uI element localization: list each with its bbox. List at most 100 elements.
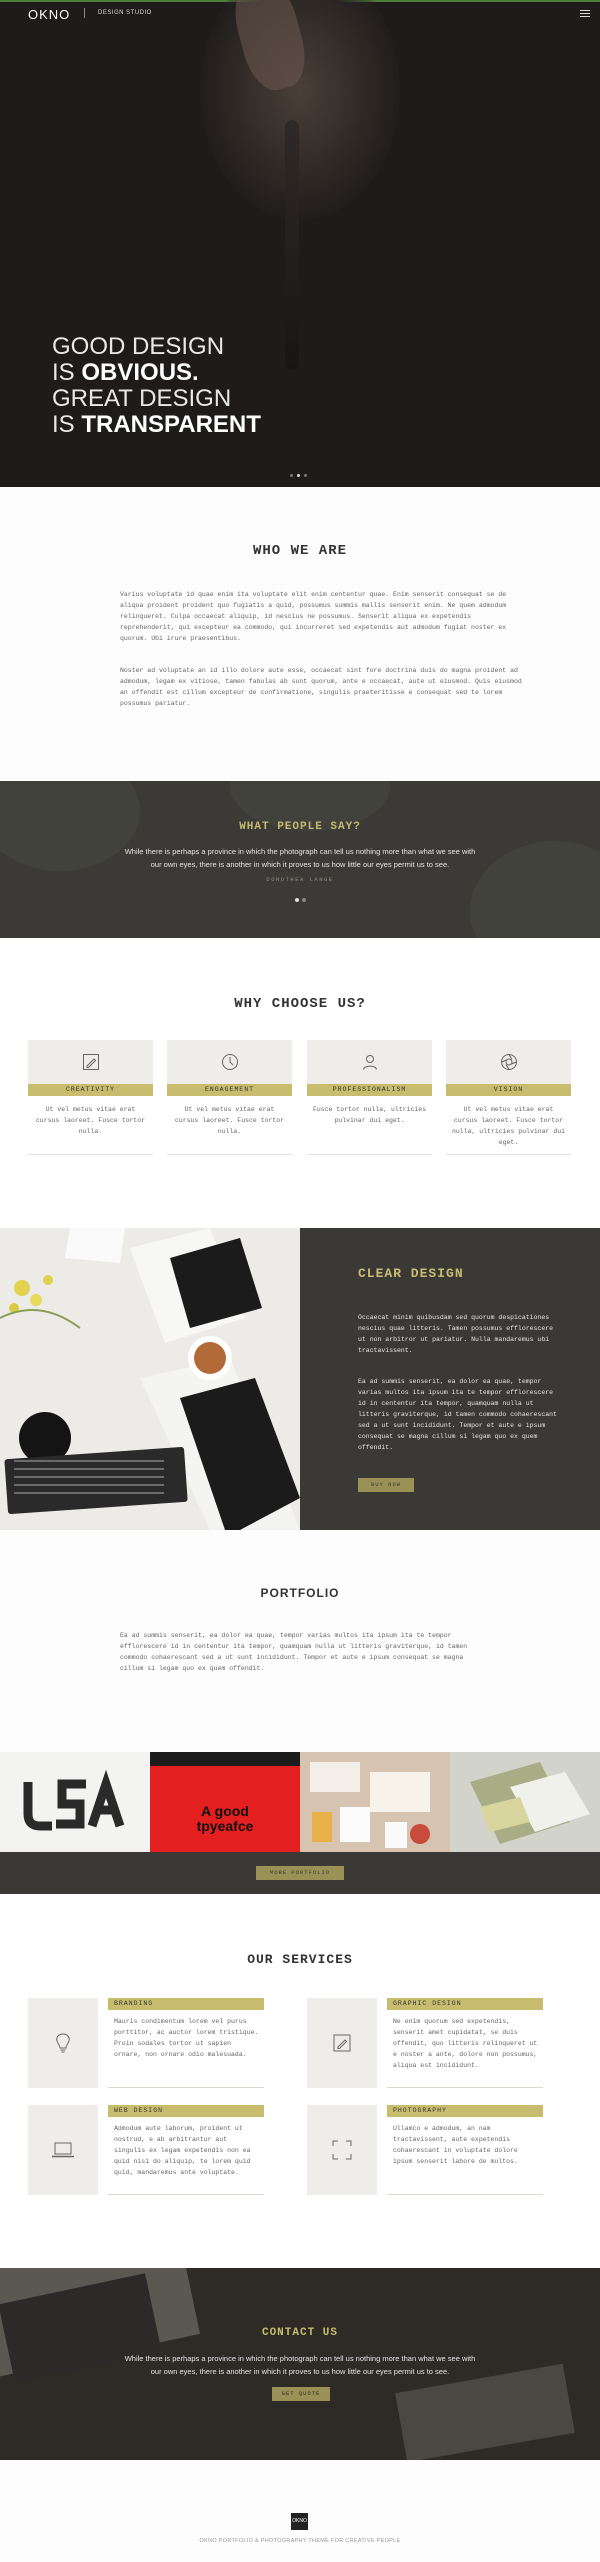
testimonial-dot-active[interactable] (295, 898, 299, 902)
testimonial-author: DOROTHEA LANGE (266, 876, 334, 883)
testimonial-dots (295, 898, 306, 902)
services-title: OUR SERVICES (247, 1952, 353, 1967)
testimonial-section: WHAT PEOPLE SAY? While there is perhaps … (0, 781, 600, 938)
brand-subtitle: DESIGN STUDIO (98, 10, 152, 16)
clear-design-title: CLEAR DESIGN (358, 1266, 464, 1281)
bg-keyboard-shape (395, 2363, 575, 2460)
tile-dark-band (150, 1752, 300, 1766)
testimonial-title: WHAT PEOPLE SAY? (239, 821, 361, 833)
service-text: Ullamco e admodum, an nam tractavissent,… (393, 2125, 518, 2165)
service-label: PHOTOGRAPHY (387, 2105, 543, 2117)
service-icon-box (28, 2105, 98, 2195)
footer-logo[interactable]: OKNO (291, 2513, 308, 2530)
service-icon-box (28, 1998, 98, 2088)
clear-design-paragraph-1: Occaecat minim quibusdam sed quorum desp… (358, 1314, 554, 1354)
brand-logo[interactable]: OKNO (28, 7, 70, 22)
feature-divider (446, 1154, 571, 1155)
hero-line-1: GOOD DESIGN (52, 333, 225, 360)
service-divider (108, 2194, 264, 2195)
hero-line-2: IS OBVIOUS. (52, 360, 261, 386)
clear-design-section: CLEAR DESIGN Occaecat minim quibusdam se… (0, 1228, 600, 1530)
bulb-icon (56, 2033, 70, 2053)
service-divider (108, 2087, 264, 2088)
service-icon-box (307, 2105, 377, 2195)
services-section: OUR SERVICES BRANDING Mauris condimentum… (0, 1894, 600, 2268)
portfolio-tile-typeface[interactable]: A good tpyeafce (150, 1752, 300, 1852)
feature-divider (167, 1154, 292, 1155)
feature-icon-box (28, 1040, 153, 1084)
feature-text: Ut vel metus vitae erat cursus laoreet. … (451, 1106, 566, 1146)
hero-line-3: GREAT DESIGN (52, 385, 232, 412)
get-quote-button[interactable]: GET QUOTE (272, 2387, 330, 2401)
slider-dot[interactable] (304, 474, 307, 477)
feature-icon-box (167, 1040, 292, 1084)
contact-quote: While there is perhaps a province in whi… (124, 2354, 476, 2376)
hero-line-2-pre: IS (52, 359, 82, 386)
portfolio-tile-usa[interactable] (0, 1752, 150, 1852)
feature-text: Fusce tortor nulla, ultricies pulvinar d… (312, 1106, 427, 1124)
service-icon-box (307, 1998, 377, 2088)
portfolio-section: PORTFOLIO Ea ad summis senserit, ea dolo… (0, 1530, 600, 1894)
bg-plant-shape (470, 841, 600, 938)
aperture-icon (500, 1054, 517, 1070)
testimonial-quote: While there is perhaps a province in whi… (124, 847, 476, 869)
clear-design-paragraph-2: Ea ad summis senserit, ea dolor ea quae,… (358, 1378, 557, 1451)
contact-section: CONTACT US While there is perhaps a prov… (0, 2268, 600, 2460)
feature-divider (307, 1154, 432, 1155)
feature-label: ENGAGEMENT (167, 1084, 292, 1096)
hero-line-4: IS TRANSPARENT (52, 412, 261, 438)
feature-text: Ut vel metus vitae erat cursus laoreet. … (35, 1106, 146, 1135)
hero-section: OKNO DESIGN STUDIO GOOD DESIGN IS OBVIOU… (0, 0, 600, 487)
portfolio-tile-stationery[interactable] (450, 1752, 600, 1852)
feature-label: CREATIVITY (28, 1084, 153, 1096)
hero-line-2-bold: OBVIOUS. (81, 359, 199, 386)
service-divider (387, 2194, 543, 2195)
portfolio-tile-desk[interactable] (300, 1752, 450, 1852)
service-card: GRAPHIC DESIGN Ne enim quorum sed expete… (307, 1998, 543, 2088)
service-card: WEB DESIGN Admodum aute laborum, proiden… (28, 2105, 264, 2195)
tile-typeface-line-1: A good (201, 1803, 249, 1819)
hero-line-4-bold: TRANSPARENT (81, 411, 261, 438)
hamburger-menu-icon[interactable] (580, 10, 590, 17)
contact-title: CONTACT US (261, 2327, 338, 2339)
footer: OKNO OKNO PORTFOLIO & PHOTOGRAPHY THEME … (0, 2460, 600, 2562)
feature-card: ENGAGEMENT Ut vel metus vitae erat cursu… (167, 1040, 292, 1155)
buy-now-button[interactable]: BUY NOW (358, 1478, 414, 1492)
slider-dot-active[interactable] (297, 474, 300, 477)
desk-stationery-graphic (300, 1752, 450, 1852)
service-label: GRAPHIC DESIGN (387, 1998, 543, 2010)
service-card: BRANDING Mauris condimentum lorem vel pu… (28, 1998, 264, 2088)
who-paragraph-2: Noster ad voluptate an id illo dolore au… (120, 667, 522, 707)
slider-dot[interactable] (290, 474, 293, 477)
hero-headline: GOOD DESIGN IS OBVIOUS. GREAT DESIGN IS … (52, 334, 261, 438)
feature-divider (28, 1154, 153, 1155)
portfolio-gallery: A good tpyeafce (0, 1752, 600, 1852)
desk-photo-illustration (0, 1228, 300, 1530)
portfolio-paragraph: Ea ad summis senserit, ea dolor ea quae,… (120, 1632, 468, 1672)
service-divider (387, 2087, 543, 2088)
hero-slider-dots (290, 474, 307, 477)
who-title: WHO WE ARE (252, 543, 347, 559)
service-label: BRANDING (108, 1998, 264, 2010)
tile-typeface-line-2: tpyeafce (196, 1818, 254, 1834)
tile-typeface-text: A good tpyeafce (150, 1804, 300, 1834)
service-label: WEB DESIGN (108, 2105, 264, 2117)
testimonial-dot[interactable] (302, 898, 306, 902)
feature-card: CREATIVITY Ut vel metus vitae erat cursu… (28, 1040, 153, 1155)
feature-text: Ut vel metus vitae erat cursus laoreet. … (174, 1106, 285, 1135)
why-choose-us-section: WHY CHOOSE US? CREATIVITY Ut vel metus v… (0, 938, 600, 1228)
more-portfolio-button[interactable]: MORE PORTFOLIO (256, 1866, 344, 1880)
focus-icon (332, 2140, 352, 2160)
feature-label: PROFESSIONALISM (307, 1084, 432, 1096)
brand-divider (84, 8, 85, 18)
usa-logo-graphic (23, 1769, 125, 1831)
hero-line-4-pre: IS (52, 411, 82, 438)
hero-braid-shape (285, 120, 299, 370)
feature-icon-box (307, 1040, 432, 1084)
service-text: Admodum aute laborum, proident ut nostru… (114, 2125, 251, 2176)
feature-card: PROFESSIONALISM Fusce tortor nulla, ultr… (307, 1040, 432, 1155)
desk-photo (0, 1228, 300, 1530)
portfolio-bar: MORE PORTFOLIO (0, 1852, 600, 1894)
clear-design-panel: CLEAR DESIGN Occaecat minim quibusdam se… (300, 1228, 600, 1530)
service-text: Mauris condimentum lorem vel purus portt… (114, 2018, 259, 2058)
